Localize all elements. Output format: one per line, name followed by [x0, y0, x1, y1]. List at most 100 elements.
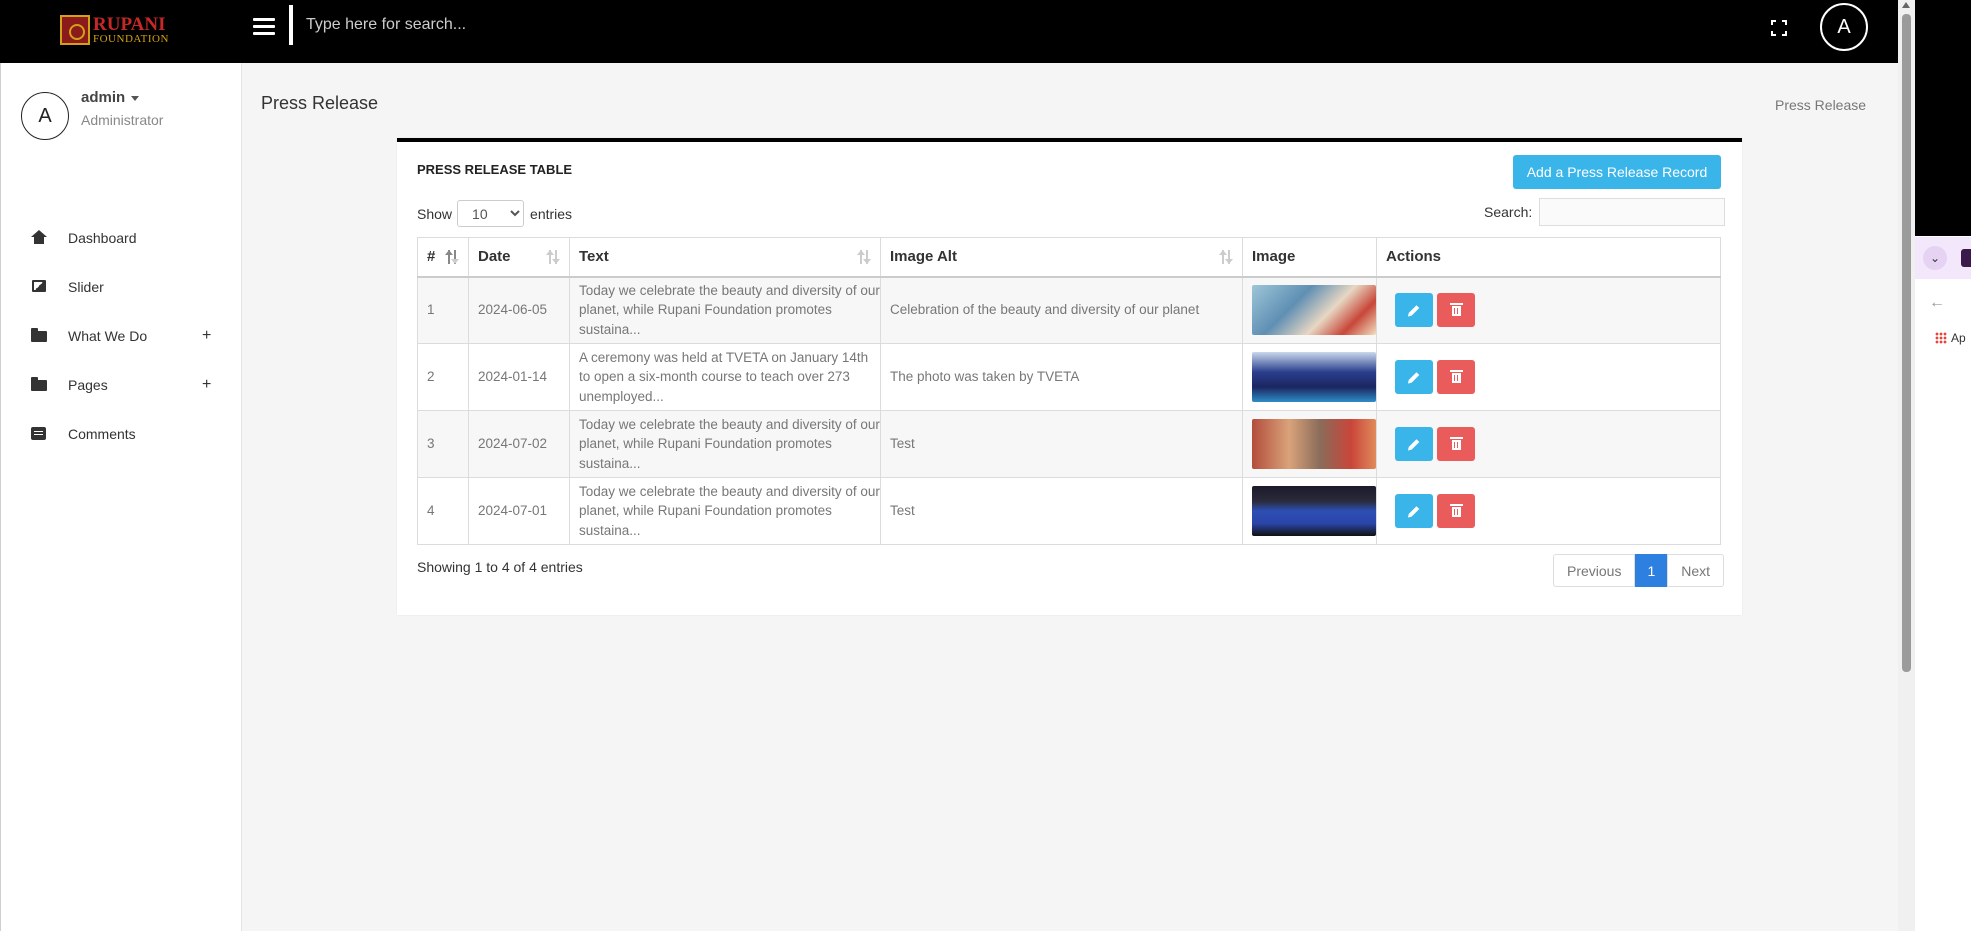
cell-text: A ceremony was held at TVETA on January … [569, 343, 881, 411]
press-release-thumbnail[interactable] [1252, 352, 1376, 402]
cell-text: Today we celebrate the beauty and divers… [569, 477, 881, 545]
pagination-page-1[interactable]: 1 [1635, 554, 1668, 587]
trash-icon [1449, 303, 1463, 317]
browser-tab-strip: ⌄ [1915, 237, 1971, 279]
scrollbar-thumb[interactable] [1902, 14, 1911, 672]
hamburger-menu-icon[interactable] [253, 18, 275, 38]
cell-image [1242, 343, 1377, 411]
cell-image [1242, 410, 1377, 478]
edit-button[interactable] [1395, 427, 1433, 461]
expand-plus-icon[interactable]: + [202, 327, 211, 345]
cell-image [1242, 477, 1377, 545]
sidebar-item-label: Slider [68, 278, 104, 295]
add-press-release-button[interactable]: Add a Press Release Record [1513, 155, 1721, 189]
global-search-input[interactable] [293, 5, 989, 45]
delete-button[interactable] [1437, 360, 1475, 394]
sidebar-item-slider[interactable]: Slider [1, 262, 242, 311]
sidebar-item-pages[interactable]: Pages + [1, 360, 242, 409]
edit-button[interactable] [1395, 494, 1433, 528]
logo-name-line2: FOUNDATION [93, 33, 169, 45]
fullscreen-toggle-icon[interactable] [1771, 20, 1787, 36]
sidebar-item-comments[interactable]: Comments [1, 409, 242, 458]
top-user-avatar[interactable]: A [1820, 3, 1868, 51]
sort-icon[interactable] [857, 250, 871, 264]
sort-icon[interactable] [546, 250, 560, 264]
trash-icon [1449, 504, 1463, 517]
pencil-icon [1408, 505, 1420, 517]
delete-button[interactable] [1437, 494, 1475, 528]
sidebar-nav: Dashboard Slider What We Do + Pages + Co… [1, 213, 242, 458]
search-label: Search: [1484, 204, 1533, 220]
press-release-thumbnail[interactable] [1252, 486, 1376, 536]
page-length-select[interactable]: 10 25 50 100 [457, 200, 525, 227]
edit-button[interactable] [1395, 293, 1433, 328]
table-search-input[interactable] [1539, 198, 1726, 226]
caret-down-icon [131, 95, 140, 101]
tab-badge [1961, 249, 1971, 267]
sidebar-item-label: Dashboard [68, 229, 137, 246]
logo-name-line1: RUPANI [93, 14, 166, 35]
sort-icon[interactable] [1219, 250, 1233, 264]
pagination: Previous 1 Next [1553, 554, 1725, 587]
edit-button[interactable] [1395, 360, 1433, 394]
column-header-image-alt[interactable]: Image Alt [880, 237, 1243, 278]
cell-number: 3 [417, 410, 469, 478]
cell-number: 4 [417, 477, 469, 545]
column-header-actions: Actions [1376, 237, 1721, 278]
press-release-card: PRESS RELEASE TABLE Add a Press Release … [397, 138, 1742, 615]
browser-side-panel: ⌄ ← Ap [1915, 0, 1971, 931]
pagination-next[interactable]: Next [1667, 554, 1725, 587]
scroll-up-arrow-icon[interactable] [1902, 2, 1910, 8]
cell-image-alt: Celebration of the beauty and diversity … [880, 276, 1243, 344]
sidebar: A admin Administrator Dashboard Slider W… [0, 63, 242, 931]
sidebar-item-label: What We Do [68, 327, 148, 344]
press-release-thumbnail[interactable] [1252, 285, 1376, 336]
show-entries-control: Show 10 25 50 100 entries [417, 200, 572, 227]
card-title: PRESS RELEASE TABLE [417, 162, 573, 177]
sidebar-user-avatar: A [21, 92, 69, 140]
tab-search-chevron-icon[interactable]: ⌄ [1923, 246, 1947, 270]
table-row: 1 2024-06-05 Today we celebrate the beau… [417, 276, 1721, 344]
cell-image-alt: Test [880, 477, 1243, 545]
pencil-icon [1408, 438, 1420, 450]
pencil-icon [1408, 304, 1420, 316]
cell-actions [1376, 410, 1721, 478]
column-header-image: Image [1242, 237, 1377, 278]
column-header-date[interactable]: Date [468, 237, 570, 278]
apps-label: Ap [1951, 331, 1966, 345]
column-header-text[interactable]: Text [569, 237, 881, 278]
sidebar-item-what-we-do[interactable]: What We Do + [1, 311, 242, 360]
table-search: Search: [1484, 198, 1726, 226]
cell-date: 2024-06-05 [468, 276, 570, 344]
pagination-previous[interactable]: Previous [1553, 554, 1636, 587]
home-icon [31, 229, 47, 246]
rupani-foundation-logo[interactable]: RUPANI FOUNDATION [60, 13, 180, 47]
cell-number: 2 [417, 343, 469, 411]
apps-grid-icon [1935, 332, 1947, 344]
image-icon [31, 279, 47, 295]
expand-plus-icon[interactable]: + [202, 376, 211, 394]
press-release-thumbnail[interactable] [1252, 419, 1376, 469]
sort-asc-icon[interactable] [445, 250, 459, 264]
sidebar-item-dashboard[interactable]: Dashboard [1, 213, 242, 262]
cell-image-alt: Test [880, 410, 1243, 478]
cell-date: 2024-07-01 [468, 477, 570, 545]
table-row: 3 2024-07-02 Today we celebrate the beau… [417, 410, 1721, 478]
apps-shortcut[interactable]: Ap [1935, 331, 1966, 345]
page-scrollbar[interactable] [1898, 0, 1915, 931]
column-header-number[interactable]: # [417, 237, 469, 278]
cell-image-alt: The photo was taken by TVETA [880, 343, 1243, 411]
folder-icon [31, 327, 47, 344]
press-release-table: # Date Text Image Alt Image Actions 1 20… [417, 237, 1721, 545]
page-title: Press Release [261, 93, 379, 113]
delete-button[interactable] [1437, 427, 1475, 461]
cell-image [1242, 276, 1377, 344]
back-arrow-icon[interactable]: ← [1929, 294, 1945, 312]
cell-actions [1376, 343, 1721, 411]
user-name-dropdown[interactable]: admin [81, 89, 140, 106]
sidebar-item-label: Comments [68, 425, 136, 442]
delete-button[interactable] [1437, 293, 1475, 328]
cell-date: 2024-01-14 [468, 343, 570, 411]
table-header-row: # Date Text Image Alt Image Actions [417, 237, 1721, 278]
table-row: 4 2024-07-01 Today we celebrate the beau… [417, 477, 1721, 545]
